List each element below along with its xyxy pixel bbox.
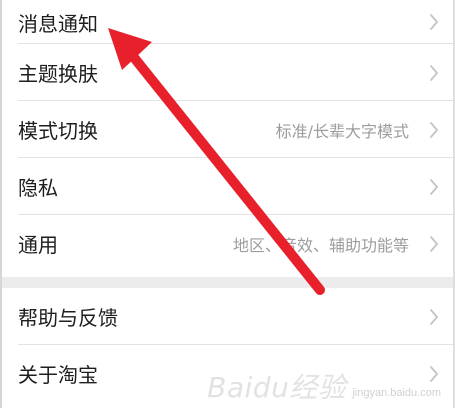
setting-message-notification[interactable]: 消息通知	[2, 0, 453, 44]
setting-mode-switch[interactable]: 模式切换 标准/长辈大字模式	[2, 101, 453, 158]
settings-group-primary: 消息通知 主题换肤 模式切换 标准/长辈大字模式 隐私 通用 地区、音效、辅助功…	[2, 0, 453, 272]
chevron-right-icon	[430, 235, 438, 252]
setting-privacy[interactable]: 隐私	[2, 158, 453, 215]
setting-label: 隐私	[18, 176, 58, 200]
setting-value: 地区、音效、辅助功能等	[232, 235, 409, 255]
setting-theme-skin[interactable]: 主题换肤	[2, 44, 453, 101]
setting-about-taobao[interactable]: 关于淘宝	[2, 345, 453, 402]
setting-label: 主题换肤	[18, 62, 98, 86]
settings-group-secondary: 帮助与反馈 关于淘宝	[2, 288, 453, 402]
setting-label: 消息通知	[18, 11, 98, 36]
setting-label: 帮助与反馈	[18, 306, 118, 330]
setting-value: 标准/长辈大字模式	[275, 121, 409, 141]
section-divider	[2, 277, 453, 288]
setting-label: 关于淘宝	[18, 363, 98, 387]
chevron-right-icon	[430, 14, 438, 30]
setting-label: 通用	[18, 233, 58, 257]
chevron-right-icon	[430, 121, 438, 138]
chevron-right-icon	[430, 178, 438, 195]
chevron-right-icon	[430, 64, 438, 81]
setting-label: 模式切换	[18, 119, 98, 143]
setting-help-feedback[interactable]: 帮助与反馈	[2, 288, 453, 345]
settings-screen: 消息通知 主题换肤 模式切换 标准/长辈大字模式 隐私 通用 地区、音效、辅助功…	[0, 0, 455, 408]
chevron-right-icon	[430, 308, 438, 325]
chevron-right-icon	[430, 365, 438, 382]
setting-general[interactable]: 通用 地区、音效、辅助功能等	[2, 215, 453, 272]
